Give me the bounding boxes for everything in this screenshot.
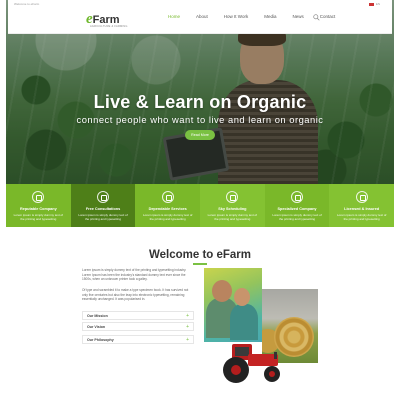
menu-news[interactable]: News bbox=[292, 14, 303, 19]
feature-text: Lorem ipsum is simply dummy text of the … bbox=[143, 213, 193, 221]
feature-card[interactable]: Reputable Company Lorem ipsum is simply … bbox=[6, 184, 71, 227]
farmers-image bbox=[204, 268, 262, 342]
service-icon bbox=[161, 191, 174, 203]
feature-text: Lorem ipsum is simply dummy text of the … bbox=[78, 213, 128, 221]
plus-icon: + bbox=[186, 324, 189, 330]
menu-contact[interactable]: Contact bbox=[320, 14, 336, 19]
farmer-two-head bbox=[234, 288, 250, 306]
language-label: EN bbox=[375, 2, 380, 6]
star-icon bbox=[291, 191, 304, 203]
chat-icon bbox=[97, 191, 109, 203]
welcome-heading: Welcome to eFarm bbox=[148, 249, 252, 261]
menu-about[interactable]: About bbox=[196, 14, 208, 19]
menu-home[interactable]: Home bbox=[168, 14, 180, 19]
feature-card[interactable]: Sky Scheduling Lorem ipsum is simply dum… bbox=[200, 184, 265, 227]
accordion-our-philosophy[interactable]: Our Philosophy + bbox=[82, 335, 194, 344]
page: Welcome to eFarm EN e Farm AGRICULTURE &… bbox=[0, 0, 400, 400]
feature-text: Lorem ipsum is simply dummy text of the … bbox=[337, 213, 387, 221]
accordion-our-vision[interactable]: Our Vision + bbox=[82, 322, 194, 331]
main-menu: Home About How It Work Media News Contac… bbox=[168, 14, 351, 19]
menu-media[interactable]: Media bbox=[264, 14, 276, 19]
welcome-paragraph: Of type and scrambled it to make a type … bbox=[82, 288, 189, 302]
tractor-exhaust bbox=[274, 352, 277, 359]
tractor-front-hub bbox=[269, 371, 275, 377]
accordion-label: Our Vision bbox=[87, 325, 106, 329]
welcome-paragraph: Lorem ipsum is simply dummy text of the … bbox=[82, 268, 187, 282]
feature-text: Lorem ipsum is simply dummy text of the … bbox=[207, 213, 258, 221]
logo-tagline: AGRICULTURE & FARMING bbox=[90, 25, 128, 28]
hero-subtitle: connect people who want to live and lear… bbox=[76, 114, 324, 125]
feature-title: Free Consultations bbox=[85, 207, 121, 211]
heading-underline bbox=[193, 263, 207, 265]
tractor-window bbox=[235, 347, 249, 356]
tractor-hood bbox=[248, 354, 278, 366]
hero-title: Live & Learn on Organic bbox=[93, 92, 307, 112]
farmer-two-body bbox=[230, 304, 258, 340]
feature-title: Reputable Company bbox=[19, 207, 57, 211]
search-icon[interactable] bbox=[313, 14, 320, 21]
plus-icon: + bbox=[186, 313, 189, 319]
menu-how-it-work[interactable]: How It Work bbox=[224, 14, 248, 19]
flag-icon bbox=[368, 2, 374, 6]
accordion-label: Our Philosophy bbox=[87, 338, 114, 342]
feature-text: Lorem ipsum is simply dummy text of the … bbox=[13, 213, 64, 221]
feature-title: Licensed & Insured bbox=[344, 207, 380, 211]
feature-title: Dependable Services bbox=[148, 207, 187, 211]
accordion-our-mission[interactable]: Our Mission + bbox=[82, 311, 194, 320]
language-selector[interactable]: EN bbox=[368, 2, 380, 6]
badge-icon bbox=[32, 191, 45, 203]
feature-card[interactable]: Specialized Company Lorem ipsum is simpl… bbox=[264, 184, 330, 227]
feature-text: Lorem ipsum is simply dummy text of the … bbox=[272, 213, 322, 221]
plus-icon: + bbox=[186, 337, 189, 343]
shield-icon bbox=[355, 191, 368, 203]
read-more-button[interactable]: Read More bbox=[185, 130, 215, 140]
feature-card[interactable]: Dependable Services Lorem ipsum is simpl… bbox=[135, 184, 201, 227]
feature-title: Sky Scheduling bbox=[218, 207, 247, 211]
calendar-icon bbox=[226, 191, 239, 203]
accordion-label: Our Mission bbox=[87, 314, 108, 318]
feature-card[interactable]: Licensed & Insured Lorem ipsum is simply… bbox=[329, 184, 395, 227]
feature-card[interactable]: Free Consultations Lorem ipsum is simply… bbox=[70, 184, 136, 227]
navbar: Welcome to eFarm EN e Farm AGRICULTURE &… bbox=[8, 0, 392, 34]
farmer-one-head bbox=[212, 280, 232, 302]
features-strip: Reputable Company Lorem ipsum is simply … bbox=[6, 184, 395, 227]
topbar-text: Welcome to eFarm bbox=[14, 2, 40, 6]
feature-title: Specialized Company bbox=[277, 207, 317, 211]
tractor-rear-hub bbox=[231, 365, 241, 375]
tractor-image bbox=[223, 344, 280, 383]
